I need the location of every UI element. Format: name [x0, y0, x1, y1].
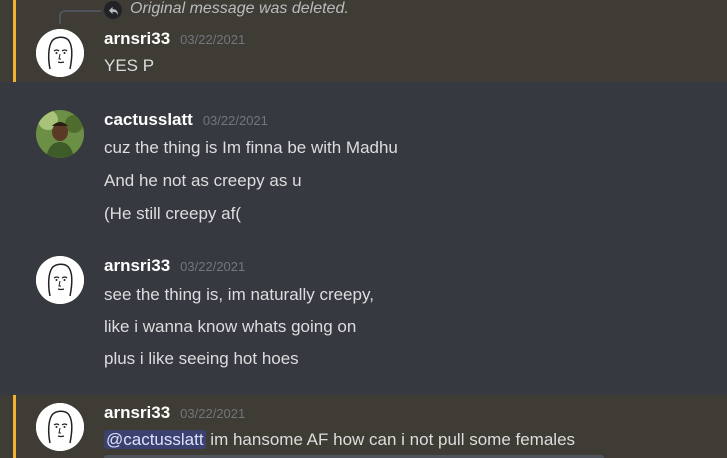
message-header: arnsri33 03/22/2021 — [104, 403, 245, 423]
message-text: And he not as creepy as u — [104, 171, 302, 190]
avatar[interactable] — [36, 256, 84, 304]
reply-preview-text[interactable]: Original message was deleted. — [130, 0, 349, 18]
avatar[interactable] — [36, 29, 84, 77]
message-text: plus i like seeing hot hoes — [104, 349, 299, 368]
username[interactable]: arnsri33 — [104, 403, 170, 423]
reply-icon — [104, 1, 122, 19]
message-text: (He still creepy af( — [104, 204, 241, 223]
timestamp[interactable]: 03/22/2021 — [180, 32, 245, 47]
username[interactable]: arnsri33 — [104, 256, 170, 276]
message-group[interactable]: arnsri33 03/22/2021 @cactusslatt im hans… — [0, 395, 727, 458]
chat-messages: Original message was deleted. arnsri33 0… — [0, 0, 727, 458]
message-group[interactable]: cactusslatt 03/22/2021 cuz the thing is … — [0, 82, 727, 242]
message-text: see the thing is, im naturally creepy, — [104, 285, 374, 304]
timestamp[interactable]: 03/22/2021 — [180, 259, 245, 274]
message-text: cuz the thing is Im finna be with Madhu — [104, 138, 398, 157]
message-text: @cactusslatt im hansome AF how can i not… — [104, 430, 575, 450]
message-group[interactable]: arnsri33 03/22/2021 see the thing is, im… — [0, 242, 727, 392]
message-header: cactusslatt 03/22/2021 — [104, 110, 268, 130]
message-text: like i wanna know whats going on — [104, 317, 357, 336]
user-mention[interactable]: @cactusslatt — [104, 430, 206, 449]
reply-connector — [59, 10, 101, 24]
timestamp[interactable]: 03/22/2021 — [180, 406, 245, 421]
avatar[interactable] — [36, 403, 84, 451]
message-text: YES P — [104, 56, 155, 75]
message-header: arnsri33 03/22/2021 — [104, 29, 245, 49]
timestamp[interactable]: 03/22/2021 — [203, 113, 268, 128]
message-group[interactable]: Original message was deleted. arnsri33 0… — [0, 0, 727, 82]
username[interactable]: arnsri33 — [104, 29, 170, 49]
message-header: arnsri33 03/22/2021 — [104, 256, 245, 276]
username[interactable]: cactusslatt — [104, 110, 193, 130]
avatar[interactable] — [36, 110, 84, 158]
message-text-body: im hansome AF how can i not pull some fe… — [205, 430, 576, 449]
